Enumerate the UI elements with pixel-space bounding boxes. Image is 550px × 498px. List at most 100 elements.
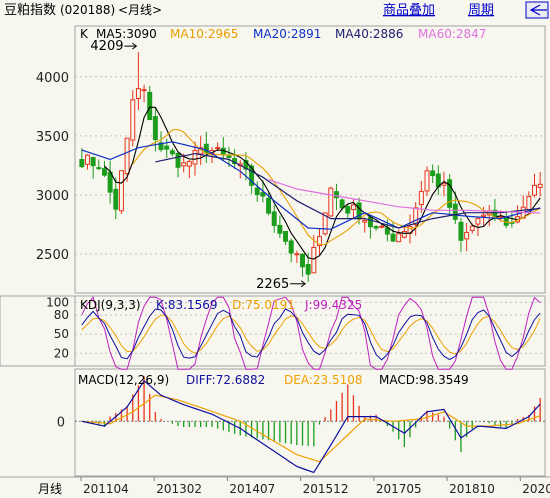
ma20-line [81,141,541,230]
candle [379,225,385,228]
annotation-label: 4209 [90,39,123,54]
candle [452,203,458,220]
ma5-line [104,106,541,260]
y-tick-label: 2500 [36,248,69,263]
kdj-y-tick: 80 [54,308,69,322]
candle [186,160,192,167]
footer-period-label: 月线 [38,482,62,496]
candle [283,230,289,242]
candle [350,204,356,211]
candle [181,162,187,167]
d-value-legend: D:75.0191 [232,298,295,312]
candle [147,91,153,121]
candle [384,227,390,235]
ma60-legend: MA60:2847 [418,27,486,41]
x-tick-label: 201302 [156,482,202,496]
candle [277,224,283,234]
candle [532,184,537,196]
candle [300,253,305,268]
candle [373,226,379,229]
candle [124,137,130,175]
k-label: K [80,27,89,41]
macd-panel: 0 [57,376,545,474]
diff-legend: DIFF:72.6882 [186,373,265,387]
candle [101,168,107,176]
macd-title: MACD(12,26,9) [78,373,169,387]
candle [118,170,124,212]
candle [152,116,158,141]
candle [362,219,368,223]
candle [333,191,339,199]
candle [424,170,430,192]
overlay-commodity-link[interactable]: 商品叠加 [383,3,435,18]
y-tick-label: 3500 [36,130,69,145]
candle [475,218,481,225]
candle [401,230,407,238]
candle [107,171,113,193]
candle [458,221,464,241]
candle [260,192,266,197]
kdj-title: KDJ(9,3,3) [80,298,141,312]
candle [328,187,334,217]
y-tick-label: 3000 [36,189,69,204]
candle [469,225,475,231]
x-tick-label: 201810 [449,482,495,496]
futures-chart: 豆粕指数 (020188) <月线> 商品叠加 周期 2500 3000 3500 4… [0,1,550,496]
candle [175,152,181,168]
chart-period: <月线> [118,3,162,17]
candle [367,216,373,228]
candle [169,150,175,155]
x-tick-label: 201407 [229,482,275,496]
candle [339,199,345,209]
annotation-label: 2265 [256,277,289,292]
ma10-legend: MA10:2965 [170,27,238,41]
candle [430,170,436,177]
dea-line [81,394,541,463]
candle [215,147,221,150]
candlestick-panel: 2500 3000 3500 4000 4209 2265 [36,39,545,292]
ma40-legend: MA40:2886 [335,27,403,41]
macd-value-legend: MACD:98.3549 [379,373,469,387]
kdj-y-tick: 20 [54,346,69,360]
ma5-legend: MA5:3090 [96,27,157,41]
candle [271,211,277,226]
candle [130,99,136,141]
back-arrow-icon[interactable] [525,1,549,19]
candle [413,207,419,226]
ma20-legend: MA20:2891 [253,27,321,41]
kdj-y-tick: 100 [46,295,69,309]
chart-code: (020188) [60,3,115,17]
candle [396,233,402,243]
chart-title: 豆粕指数 [4,3,56,18]
x-tick-label: 201705 [376,482,422,496]
candle [294,253,300,256]
x-tick-label: 201512 [303,482,349,496]
candle [311,246,317,274]
candle [537,183,543,188]
x-tick-label: 201104 [83,482,129,496]
kdj-y-tick: 50 [54,327,69,341]
candle [85,154,90,165]
panel-frame-1 [74,25,546,294]
candle [441,182,447,186]
main-legend: K MA5:3090 MA10:2965 MA20:2891 MA40:2886… [80,27,486,41]
candle [481,214,487,217]
kdj-legend: KDJ(9,3,3) K:83.1569 D:75.0191 J:99.4325 [80,298,362,312]
candle [192,150,198,165]
x-axis: 201104 201302 201407 201512 201705 201810 2020… [80,477,550,496]
candle [96,167,102,170]
candle [288,240,294,254]
candle [79,158,85,168]
candle [526,195,532,211]
candle [266,197,272,214]
candle [345,206,351,214]
candle [141,89,147,92]
y-tick-label: 4000 [36,71,69,86]
candle [135,88,141,99]
candle [418,190,424,206]
k-value-legend: K:83.1569 [156,298,218,312]
macd-y-tick: 0 [57,415,65,430]
period-link[interactable]: 周期 [468,3,494,18]
candle [305,263,311,275]
candle [390,233,396,242]
